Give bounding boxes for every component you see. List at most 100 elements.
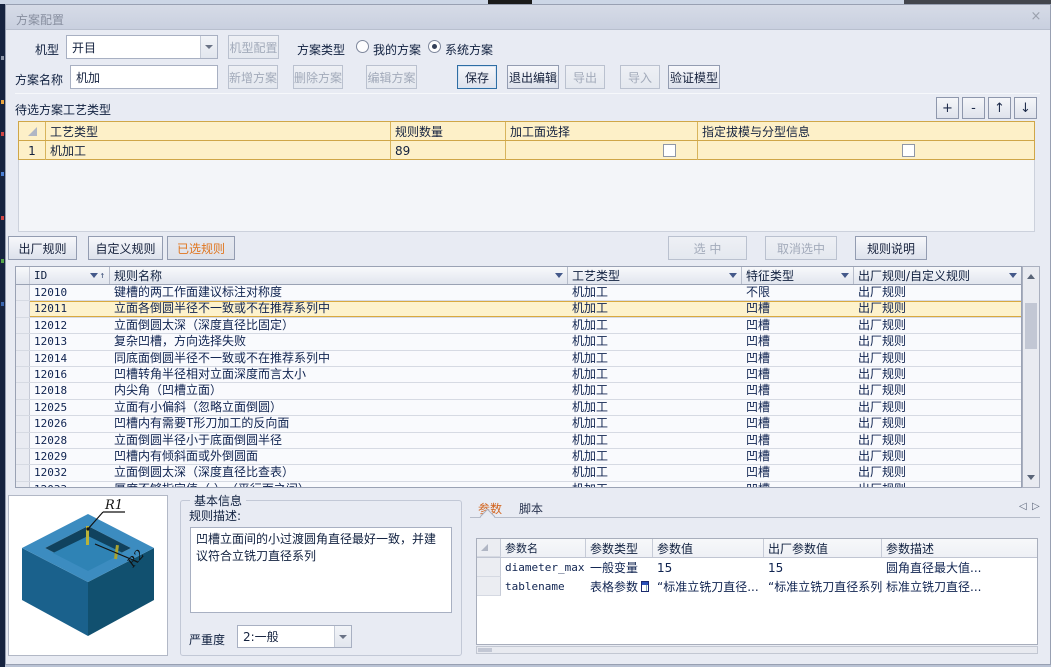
cell-id: 12012 <box>30 318 110 333</box>
cell-src: 出厂规则 <box>854 301 1021 316</box>
validate-model-button[interactable]: 验证模型 <box>668 65 720 89</box>
row-down-button[interactable]: ↓ <box>1014 97 1037 119</box>
rules-table-row[interactable]: 12032立面倒圆太深（深度直径比查表）机加工凹槽出厂规则 <box>16 465 1021 481</box>
select-all-cell[interactable] <box>19 122 46 140</box>
add-scheme-button[interactable]: 新增方案 <box>228 65 278 89</box>
tab-next-icon[interactable]: ▷ <box>1032 501 1040 512</box>
rules-vertical-scrollbar[interactable] <box>1022 266 1040 488</box>
sort-ascending-icon: ↑ <box>100 271 105 281</box>
radio-my-scheme-label[interactable]: 我的方案 <box>373 41 421 58</box>
rules-table-row[interactable]: 12033厚度不够指定值（ ），（平行面之间）机加工凹槽出厂规则 <box>16 482 1021 488</box>
dialog-titlebar[interactable] <box>6 5 1050 30</box>
delete-scheme-button[interactable]: 删除方案 <box>293 65 343 89</box>
col-rule-name[interactable]: 规则名称 <box>110 267 568 284</box>
deselect-rule-button[interactable]: 取消选中 <box>765 236 837 260</box>
cell-id: 12032 <box>30 465 110 480</box>
filter-icon[interactable] <box>841 273 849 278</box>
col-process[interactable]: 工艺类型 <box>568 267 742 284</box>
rules-table-row[interactable]: 12029凹槽内有倾斜面或外倒圆面机加工凹槽出厂规则 <box>16 449 1021 465</box>
col-param-desc[interactable]: 参数描述 <box>882 539 1037 557</box>
cell-name: 凹槽内有倾斜面或外倒圆面 <box>110 449 568 464</box>
col-param-value[interactable]: 参数值 <box>653 539 764 557</box>
cell-src: 出厂规则 <box>854 383 1021 398</box>
machine-type-combobox[interactable]: 开目 <box>66 35 218 59</box>
filter-icon[interactable] <box>729 273 737 278</box>
tab-prev-icon[interactable]: ◁ <box>1019 501 1027 512</box>
cell-feat: 凹槽 <box>742 301 854 316</box>
rule-desc-label: 规则描述: <box>189 507 241 524</box>
col-process-type[interactable]: 工艺类型 <box>46 122 391 140</box>
table-param-icon[interactable] <box>641 581 649 592</box>
col-factory-value[interactable]: 出厂参数值 <box>764 539 882 557</box>
machine-type-dropdown-button[interactable] <box>200 36 217 58</box>
select-all-triangle-icon <box>481 544 488 551</box>
radio-my-scheme[interactable] <box>356 40 369 53</box>
radio-system-scheme[interactable] <box>428 40 441 53</box>
rules-table-row[interactable]: 12014同底面倒圆半径不一致或不在推荐系列中机加工凹槽出厂规则 <box>16 351 1021 367</box>
import-button[interactable]: 导入 <box>620 65 660 89</box>
rule-description-textarea[interactable]: 凹槽立面间的小过渡圆角直径最好一致，并建议符合立铣刀直径系列 <box>190 527 452 613</box>
col-face-select[interactable]: 加工面选择 <box>506 122 698 140</box>
cell-sel <box>16 367 30 382</box>
scroll-down-icon[interactable] <box>1024 470 1038 485</box>
custom-rules-button[interactable]: 自定义规则 <box>88 236 163 260</box>
rules-table-row[interactable]: 12013复杂凹槽，方向选择失败机加工凹槽出厂规则 <box>16 334 1021 350</box>
select-rule-button[interactable]: 选 中 <box>668 236 747 260</box>
face-select-checkbox[interactable] <box>663 144 676 157</box>
filter-icon[interactable] <box>90 273 98 278</box>
cell-id: 12016 <box>30 367 110 382</box>
severity-dropdown-button[interactable] <box>334 626 351 647</box>
col-param-type[interactable]: 参数类型 <box>586 539 653 557</box>
params-horizontal-scrollbar[interactable] <box>476 646 1038 654</box>
filter-icon[interactable] <box>1009 273 1017 278</box>
params-table-row[interactable]: tablename表格参数“标准立铣刀直径...“标准立铣刀直径系列”标准立铣刀… <box>477 577 1037 596</box>
col-id[interactable]: ID↑ <box>30 267 110 284</box>
process-types-data-row[interactable]: 1 机加工 89 <box>19 141 1034 160</box>
cell-proc: 机加工 <box>568 318 742 333</box>
params-table-row[interactable]: diameter_max一般变量1515圆角直径最大值... <box>477 558 1037 577</box>
save-button[interactable]: 保存 <box>457 65 497 89</box>
col-rule-count[interactable]: 规则数量 <box>391 122 506 140</box>
params-select-col <box>477 539 501 557</box>
row-index-cell: 1 <box>19 141 46 160</box>
row-up-button[interactable]: ↑ <box>988 97 1011 119</box>
severity-combobox[interactable]: 2:一般 <box>237 625 352 648</box>
tab-script[interactable]: 脚本 <box>519 500 543 517</box>
col-source[interactable]: 出厂规则/自定义规则 <box>854 267 1021 284</box>
export-button[interactable]: 导出 <box>565 65 605 89</box>
factory-rules-button[interactable]: 出厂规则 <box>8 236 77 260</box>
rules-table-row[interactable]: 12012立面倒圆太深（深度直径比固定）机加工凹槽出厂规则 <box>16 318 1021 334</box>
selected-rules-button[interactable]: 已选规则 <box>167 236 235 260</box>
scrollbar-thumb[interactable] <box>478 648 492 652</box>
edit-scheme-button[interactable]: 编辑方案 <box>366 65 417 89</box>
scrollbar-thumb[interactable] <box>1025 303 1037 349</box>
rules-table-row[interactable]: 12011立面各倒圆半径不一致或不在推荐系列中机加工凹槽出厂规则 <box>16 301 1021 317</box>
col-feature[interactable]: 特征类型 <box>742 267 854 284</box>
scheme-name-input[interactable]: 机加 <box>70 65 218 89</box>
radio-system-scheme-label[interactable]: 系统方案 <box>445 41 493 58</box>
col-param-name[interactable]: 参数名 <box>501 539 586 557</box>
rules-table-row[interactable]: 12026凹槽内有需要T形刀加工的反向面机加工凹槽出厂规则 <box>16 416 1021 432</box>
params-table-body: diameter_max一般变量1515圆角直径最大值...tablename表… <box>477 558 1037 596</box>
parting-info-checkbox[interactable] <box>902 144 915 157</box>
rules-table-row[interactable]: 12018内尖角（凹槽立面）机加工凹槽出厂规则 <box>16 383 1021 399</box>
col-parting-info[interactable]: 指定拔模与分型信息 <box>698 122 1034 140</box>
cell-proc: 机加工 <box>568 449 742 464</box>
filter-icon[interactable] <box>555 273 563 278</box>
cell-sel <box>16 400 30 415</box>
cell-src: 出厂规则 <box>854 400 1021 415</box>
rules-table-row[interactable]: 12028立面倒圆半径小于底面倒圆半径机加工凹槽出厂规则 <box>16 433 1021 449</box>
machine-config-button[interactable]: 机型配置 <box>228 35 279 59</box>
row-add-button[interactable]: + <box>936 97 959 119</box>
close-icon[interactable]: × <box>1028 9 1044 25</box>
cell-sel <box>16 351 30 366</box>
scroll-up-icon[interactable] <box>1024 269 1038 284</box>
rules-table-row[interactable]: 12025立面有小偏斜（忽略立面倒圆）机加工凹槽出厂规则 <box>16 400 1021 416</box>
cell-src: 出厂规则 <box>854 318 1021 333</box>
rules-table-row[interactable]: 12016凹槽转角半径相对立面深度而言太小机加工凹槽出厂规则 <box>16 367 1021 383</box>
cell-src: 出厂规则 <box>854 367 1021 382</box>
row-remove-button[interactable]: - <box>962 97 985 119</box>
exit-edit-button[interactable]: 退出编辑 <box>507 65 559 89</box>
rules-table-row[interactable]: 12010键槽的两工作面建议标注对称度机加工不限出厂规则 <box>16 285 1021 301</box>
rule-description-button[interactable]: 规则说明 <box>855 236 927 260</box>
